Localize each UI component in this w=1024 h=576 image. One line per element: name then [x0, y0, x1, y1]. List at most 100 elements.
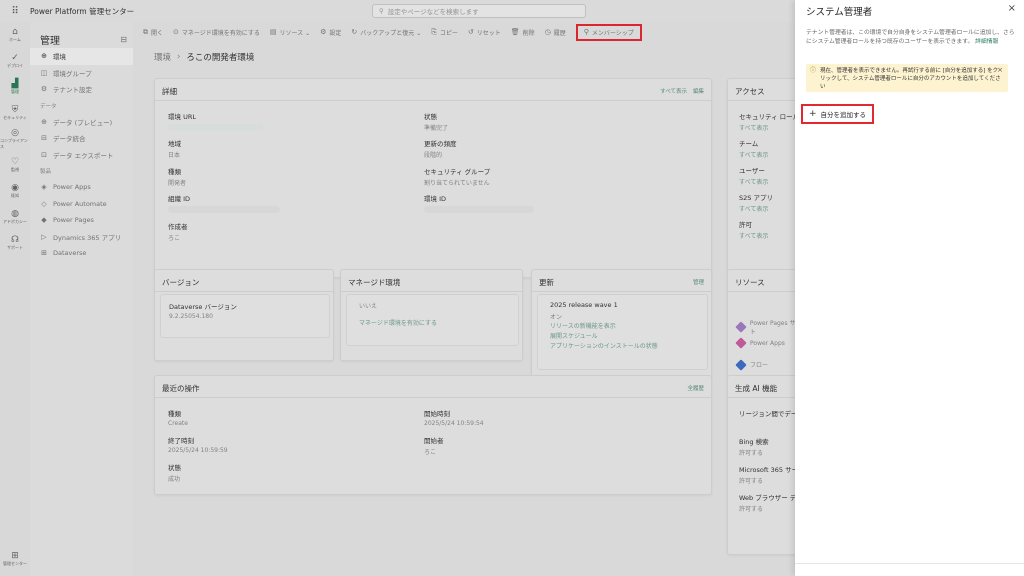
env-url-value-redacted[interactable]	[168, 124, 263, 131]
sidebar-item[interactable]: ⊞ Dataverse	[30, 245, 133, 262]
updates-manage-link[interactable]: 管理	[693, 278, 704, 286]
home-icon: ⌂	[12, 27, 18, 37]
rail-item-reports[interactable]: ◉ 既知	[0, 178, 30, 204]
rail-item-deploy[interactable]: ✓ デプロイ	[0, 48, 30, 74]
genai-item: Microsoft 365 サービス許可する	[739, 464, 795, 485]
refresh-field: 更新の頻度 段階的	[424, 138, 457, 159]
full-history-link[interactable]: 全履歴	[687, 384, 704, 392]
genai-item-label: Web ブラウザー データ	[739, 494, 795, 502]
membership-button[interactable]: ⚲ メンバーシップ	[575, 23, 642, 41]
command-button[interactable]: ⎘ コピー	[431, 28, 458, 37]
update-link[interactable]: リリースの新機能を表示	[550, 321, 616, 330]
rail-item-monitor[interactable]: ♡ 監視	[0, 152, 30, 178]
resource-item[interactable]: Power Apps	[735, 337, 785, 349]
deploy-icon: ✓	[11, 53, 19, 63]
op-end-value: 2025/5/24 10:59:59	[168, 447, 228, 454]
command-button[interactable]: ⊙ マネージド環境を有効にする	[173, 28, 260, 37]
sidebar-item[interactable]: ◆ Power Pages	[30, 212, 133, 229]
breadcrumb-root[interactable]: 環境	[154, 51, 171, 63]
command-button[interactable]: ▤ リソース ⌄	[270, 28, 310, 37]
access-card: アクセス セキュリティ ロール すべて表示 チーム すべて表示 ユーザー すべて表示 S2S…	[727, 78, 795, 278]
command-label: 開く	[151, 29, 164, 37]
sidebar-item[interactable]: ◈ Power Apps	[30, 179, 133, 196]
rail-item-home[interactable]: ⌂ ホーム	[0, 22, 30, 48]
collapse-icon[interactable]: ⊟	[120, 35, 127, 44]
nav-item-icon: ⊕	[41, 117, 47, 126]
learn-more-link[interactable]: 詳細情報	[975, 39, 998, 45]
genai-item-label: リージョン間でデータを移動	[739, 410, 795, 418]
sidebar-item[interactable]: ◫ 環境グループ	[30, 65, 133, 82]
nav-item-icon: ⊟	[41, 134, 47, 143]
sidebar-item[interactable]: ⊕ データ (プレビュー)	[30, 114, 133, 131]
access-item-label: チーム	[739, 140, 759, 148]
rail-item-compliance[interactable]: ◎ コンプライアンス	[0, 126, 30, 152]
app-title[interactable]: Power Platform 管理センター	[30, 6, 134, 17]
panel-footer	[795, 563, 1024, 564]
sidebar-item[interactable]: ▷ Dynamics 365 アプリ	[30, 229, 133, 246]
command-label: リセット	[476, 29, 501, 37]
page-title: ろこの開発者環境	[186, 53, 255, 63]
access-show-all-link[interactable]: すべて表示	[739, 150, 768, 159]
details-show-all-link[interactable]: すべて表示	[660, 87, 687, 95]
sidebar-item-label: データ統合	[53, 135, 86, 144]
resource-item[interactable]: Power Pages サイト	[735, 318, 795, 336]
rail-item-support[interactable]: ☊ サポート	[0, 230, 30, 256]
command-button[interactable]: ⚙ 設定	[320, 28, 341, 37]
access-item-label: セキュリティ ロール	[739, 113, 795, 121]
update-link[interactable]: アプリケーションのインストールの状態	[550, 341, 658, 350]
details-edit-link[interactable]: 編集	[693, 87, 704, 95]
type-field: 種類 開発者	[168, 166, 186, 187]
sidebar-item[interactable]: ⊕ 環境	[30, 48, 133, 65]
state-value: 準備完了	[424, 125, 449, 132]
system-admin-panel: システム管理者 × テナント管理者は、この環境で自分自身をシステム管理者ロールに…	[795, 0, 1024, 576]
rail-item-admin-center[interactable]: ⊞ 管理センター	[0, 546, 30, 572]
access-show-all-link[interactable]: すべて表示	[739, 123, 795, 132]
resource-item[interactable]: フロー	[735, 358, 768, 371]
search-input[interactable]: ⚲ 設定やページなどを検索します	[372, 4, 586, 18]
update-link[interactable]: 展開スケジュール	[550, 331, 598, 340]
access-show-all-link[interactable]: すべて表示	[739, 204, 773, 213]
sidebar-item[interactable]: ⚙ テナント設定	[30, 81, 133, 98]
admin-center-icon: ⊞	[11, 551, 19, 561]
access-show-all-link[interactable]: すべて表示	[739, 177, 768, 186]
chevron-right-icon: ›	[177, 52, 181, 62]
command-icon: ↻	[351, 28, 358, 36]
release-wave-label: 2025 release wave 1	[550, 301, 618, 309]
divider	[155, 291, 333, 292]
rail-item-manage[interactable]: ▟ 管理	[0, 74, 30, 100]
divider	[532, 291, 711, 292]
enable-managed-env-link[interactable]: マネージド環境を有効にする	[359, 318, 437, 327]
sidebar-item-label: Power Pages	[53, 216, 94, 225]
rail-item-copilot[interactable]: ◍ アドボカシー	[0, 204, 30, 230]
op-type-field: 種類 Create	[168, 408, 188, 427]
app-launcher-icon[interactable]: ⠿	[0, 6, 30, 17]
access-item: 許可 すべて表示	[739, 219, 768, 240]
managed-env-inner: いいえ マネージド環境を有効にする	[346, 294, 519, 346]
command-button[interactable]: ↺ リセット	[468, 28, 501, 37]
command-button[interactable]: ⧉ 開く	[143, 28, 163, 37]
add-self-button[interactable]: + 自分を追加する	[801, 104, 874, 124]
warning-text: 現在、管理者を表示できません。再試行する前に [自分を追加する] をクリックして…	[820, 68, 1001, 90]
access-item-label: S2S アプリ	[739, 194, 773, 202]
resources-title: リソース	[735, 278, 765, 287]
access-item-label: 許可	[739, 221, 752, 229]
access-show-all-link[interactable]: すべて表示	[739, 231, 768, 240]
op-start-field: 開始時刻 2025/5/24 10:59:54	[424, 408, 484, 427]
manage-icon: ▟	[11, 79, 19, 89]
command-button[interactable]: 🗑 削除	[511, 28, 535, 37]
main-content: ⧉ 開く ⊙ マネージド環境を有効にする ▤ リソース ⌄ ⚙ 設定 ↻ バックアップと復元 ⌄ ⎘…	[133, 22, 795, 576]
type-value: 開発者	[168, 180, 187, 187]
sidebar-item[interactable]: ⊟ データ統合	[30, 130, 133, 147]
close-icon[interactable]: ×	[1008, 3, 1016, 14]
rail-item-security[interactable]: ⛨ セキュリティ	[0, 100, 30, 126]
nav-item-icon: ◫	[40, 68, 48, 77]
sidebar-item[interactable]: ⊡ データ エクスポート	[30, 147, 133, 164]
op-status-value: 成功	[168, 476, 181, 483]
dismiss-icon[interactable]: ×	[997, 66, 1003, 74]
sidebar-item[interactable]: ◇ Power Automate	[30, 196, 133, 213]
command-button[interactable]: ↻ バックアップと復元 ⌄	[351, 28, 421, 37]
command-label: リソース ⌄	[279, 29, 311, 37]
command-button[interactable]: ◷ 履歴	[545, 28, 566, 37]
nav-section-products: 製品	[40, 169, 52, 175]
divider	[728, 100, 795, 101]
